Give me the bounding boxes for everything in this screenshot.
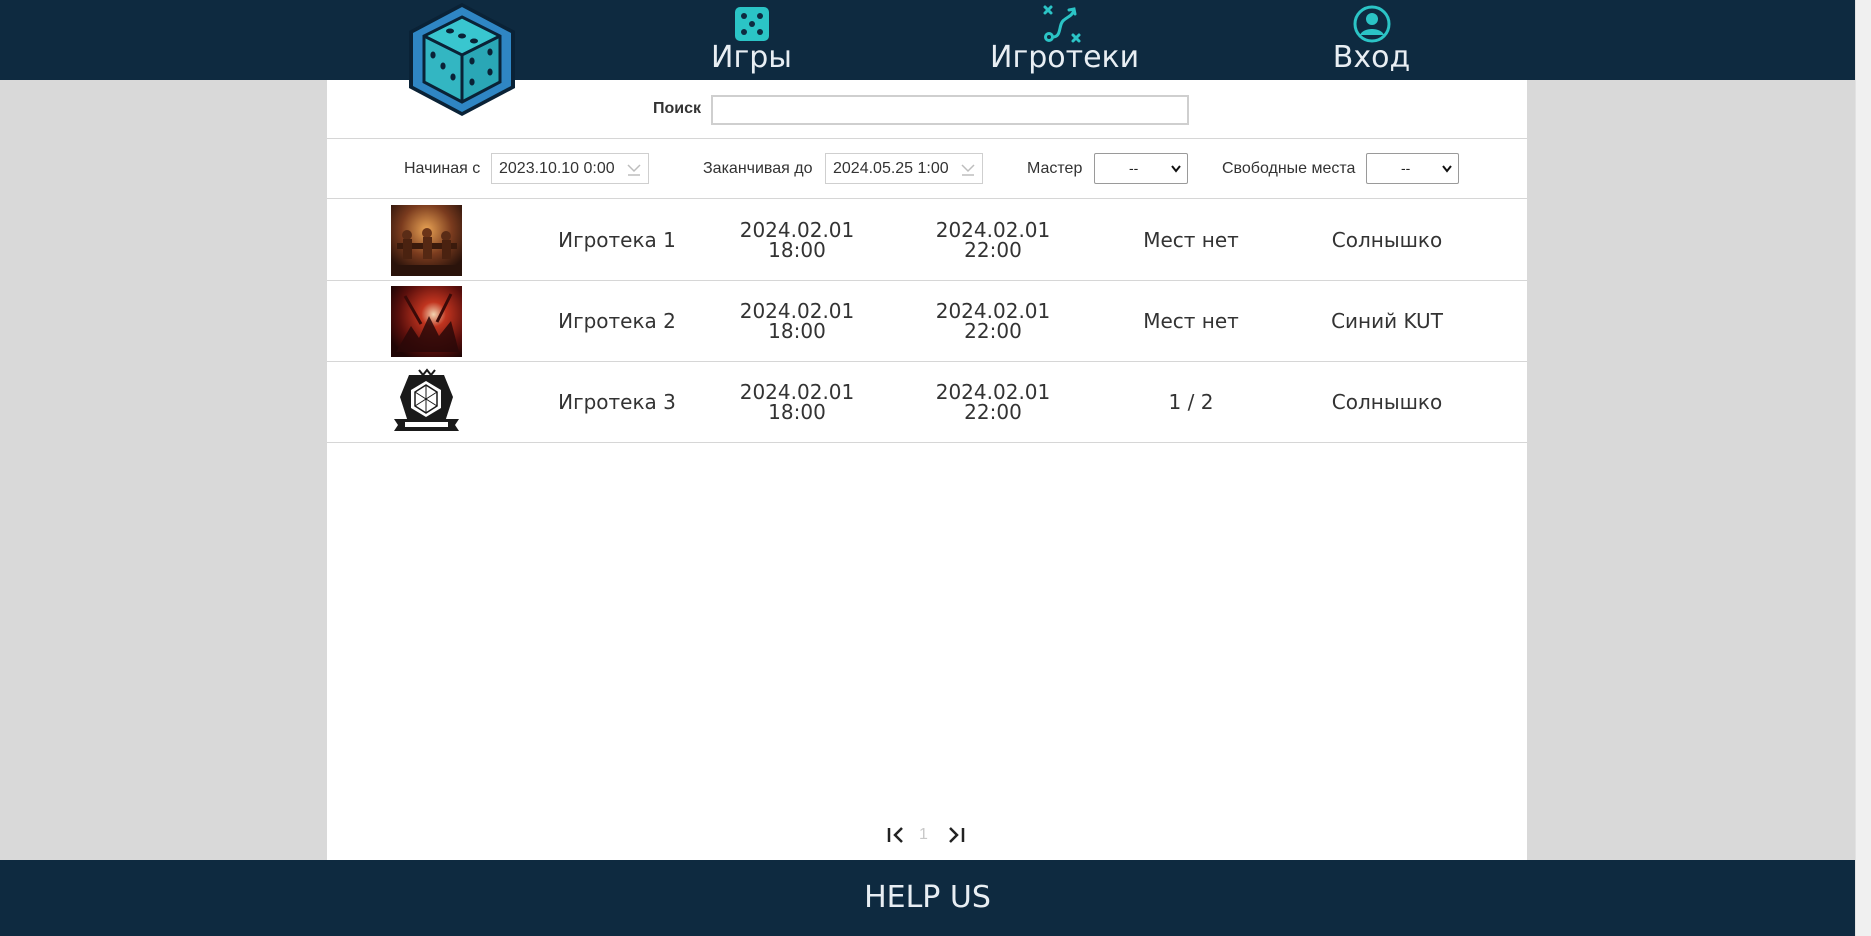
start-date-picker[interactable]: 2023.10.10 0:00 bbox=[491, 153, 649, 184]
main-panel: Поиск Начиная с 2023.10.10 0:00 Заканчив… bbox=[327, 80, 1527, 860]
event-end-date: 2024.02.01 bbox=[935, 299, 1051, 323]
event-end: 2024.02.01 22:00 bbox=[893, 382, 1093, 422]
event-end-time: 22:00 bbox=[964, 238, 1022, 262]
event-master: Солнышко bbox=[1331, 390, 1443, 414]
end-date-label: Заканчивая до bbox=[703, 160, 813, 177]
search-input[interactable] bbox=[711, 95, 1189, 125]
event-master: Синий KUT bbox=[1331, 309, 1443, 333]
dropdown-arrow-icon bbox=[627, 164, 641, 176]
first-page-icon[interactable] bbox=[885, 822, 907, 848]
nav-game-clubs[interactable]: Игротеки bbox=[990, 0, 1140, 80]
start-date-value: 2023.10.10 0:00 bbox=[499, 160, 615, 177]
end-date-picker[interactable]: 2024.05.25 1:00 bbox=[825, 153, 983, 184]
master-select-value: -- bbox=[1129, 160, 1139, 176]
event-name: Игротека 1 bbox=[558, 228, 676, 252]
help-us-link[interactable]: HELP US bbox=[0, 880, 1855, 915]
top-nav-bar bbox=[0, 0, 1855, 80]
event-start-date: 2024.02.01 bbox=[739, 380, 855, 404]
chevron-down-icon bbox=[1442, 165, 1452, 173]
event-end: 2024.02.01 22:00 bbox=[893, 301, 1093, 341]
event-start-date: 2024.02.01 bbox=[739, 299, 855, 323]
event-start-time: 18:00 bbox=[768, 238, 826, 262]
event-seats: Мест нет bbox=[1143, 309, 1239, 333]
nav-login-label: Вход bbox=[1332, 40, 1411, 75]
event-end-date: 2024.02.01 bbox=[935, 218, 1051, 242]
nav-login[interactable]: Вход bbox=[1330, 0, 1413, 80]
event-thumbnail-battle bbox=[391, 286, 462, 357]
nav-games[interactable]: Игры bbox=[700, 0, 803, 80]
table-row[interactable]: Игротека 1 2024.02.01 18:00 2024.02.01 2… bbox=[327, 200, 1527, 281]
event-start: 2024.02.01 18:00 bbox=[697, 382, 897, 422]
event-start: 2024.02.01 18:00 bbox=[697, 301, 897, 341]
master-label: Мастер bbox=[1027, 160, 1083, 177]
event-seats: 1 / 2 bbox=[1168, 390, 1214, 414]
event-thumbnail-dice-emblem bbox=[391, 367, 462, 438]
nav-games-label: Игры bbox=[711, 40, 792, 75]
last-page-icon[interactable] bbox=[945, 822, 967, 848]
table-row[interactable]: Игротека 3 2024.02.01 18:00 2024.02.01 2… bbox=[327, 362, 1527, 443]
start-date-label: Начиная с bbox=[404, 160, 481, 177]
free-seats-label: Свободные места bbox=[1222, 160, 1356, 177]
pagination: 1 bbox=[327, 822, 1527, 852]
page-scrollbar[interactable] bbox=[1855, 0, 1871, 936]
user-icon bbox=[1353, 5, 1390, 43]
site-logo-dice[interactable] bbox=[402, 0, 522, 118]
event-end-time: 22:00 bbox=[964, 400, 1022, 424]
event-end: 2024.02.01 22:00 bbox=[893, 220, 1093, 260]
event-start: 2024.02.01 18:00 bbox=[697, 220, 897, 260]
event-start-time: 18:00 bbox=[768, 319, 826, 343]
event-start-time: 18:00 bbox=[768, 400, 826, 424]
free-seats-select-value: -- bbox=[1401, 160, 1411, 176]
dropdown-arrow-icon bbox=[961, 164, 975, 176]
event-seats: Мест нет bbox=[1143, 228, 1239, 252]
event-thumbnail-tavern bbox=[391, 205, 462, 276]
dice-icon bbox=[734, 7, 769, 41]
master-select[interactable]: -- bbox=[1094, 153, 1188, 184]
event-start-date: 2024.02.01 bbox=[739, 218, 855, 242]
event-end-date: 2024.02.01 bbox=[935, 380, 1051, 404]
free-seats-select[interactable]: -- bbox=[1366, 153, 1459, 184]
event-end-time: 22:00 bbox=[964, 319, 1022, 343]
footer-bar: HELP US bbox=[0, 860, 1855, 936]
end-date-value: 2024.05.25 1:00 bbox=[833, 160, 949, 177]
filter-row: Начиная с 2023.10.10 0:00 Заканчивая до … bbox=[327, 139, 1527, 199]
event-master: Солнышко bbox=[1331, 228, 1443, 252]
search-label: Поиск bbox=[653, 100, 702, 117]
nav-game-clubs-label: Игротеки bbox=[990, 40, 1140, 75]
event-name: Игротека 3 bbox=[558, 390, 676, 414]
chevron-down-icon bbox=[1171, 165, 1181, 173]
table-row[interactable]: Игротека 2 2024.02.01 18:00 2024.02.01 2… bbox=[327, 281, 1527, 362]
route-icon bbox=[1043, 5, 1080, 43]
current-page-number: 1 bbox=[919, 826, 928, 843]
event-name: Игротека 2 bbox=[558, 309, 676, 333]
